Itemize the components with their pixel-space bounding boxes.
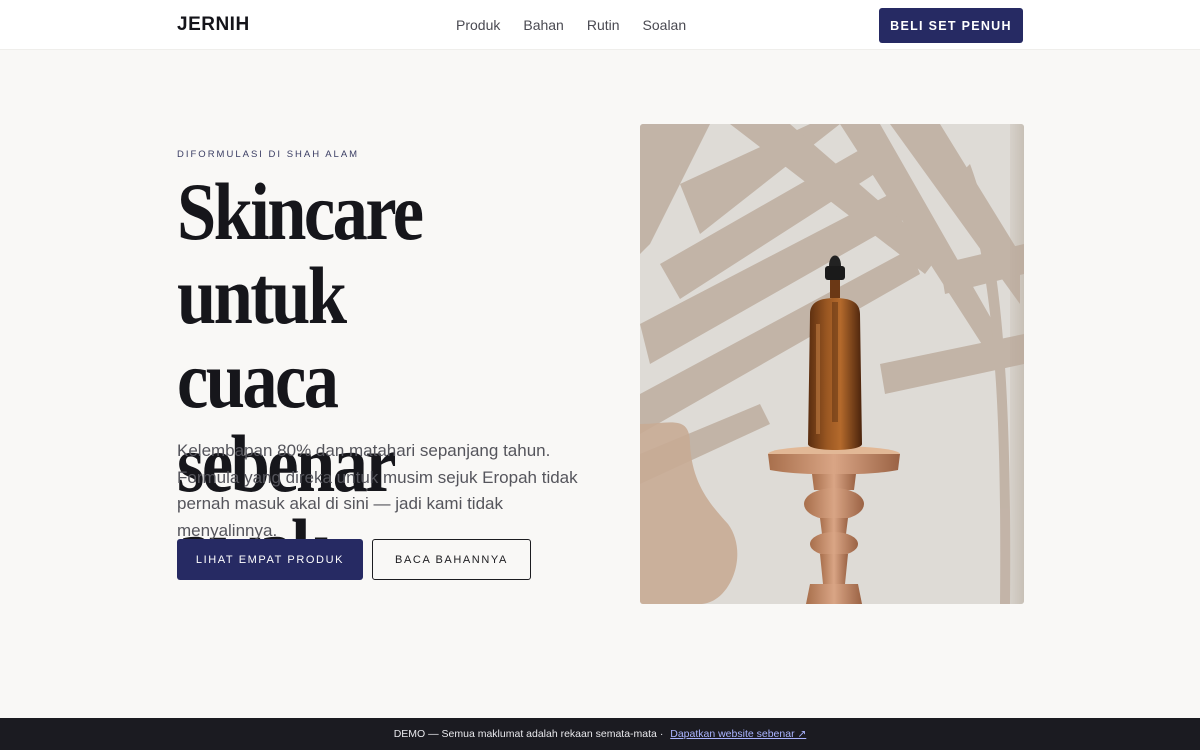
nav-item-soalan[interactable]: Soalan xyxy=(643,17,687,33)
nav-item-produk[interactable]: Produk xyxy=(456,17,500,33)
demo-notice-text: DEMO — Semua maklumat adalah rekaan sema… xyxy=(393,728,664,740)
hero-eyebrow: DIFORMULASI DI SHAH ALAM xyxy=(177,149,360,160)
get-real-website-link[interactable]: Dapatkan website sebenar ↗ xyxy=(670,728,806,740)
nav-item-rutin[interactable]: Rutin xyxy=(587,17,620,33)
hero-description: Kelembapan 80% dan matahari sepanjang ta… xyxy=(177,441,578,540)
headline-line-1: Skincare untuk xyxy=(177,166,424,341)
brand-logo[interactable]: JERNIH xyxy=(177,14,250,36)
site-header: JERNIH Produk Bahan Rutin Soalan BELI SE… xyxy=(0,0,1200,50)
dropper-bottle-image xyxy=(640,124,1024,604)
main-nav: Produk Bahan Rutin Soalan xyxy=(456,17,686,33)
nav-item-bahan[interactable]: Bahan xyxy=(523,17,563,33)
buy-full-set-button[interactable]: BELI SET PENUH xyxy=(879,8,1023,43)
demo-banner: DEMO — Semua maklumat adalah rekaan sema… xyxy=(0,718,1200,750)
view-products-button[interactable]: LIHAT EMPAT PRODUK xyxy=(177,539,363,580)
read-ingredients-button[interactable]: BACA BAHANNYA xyxy=(372,539,531,580)
product-image xyxy=(640,124,1024,604)
